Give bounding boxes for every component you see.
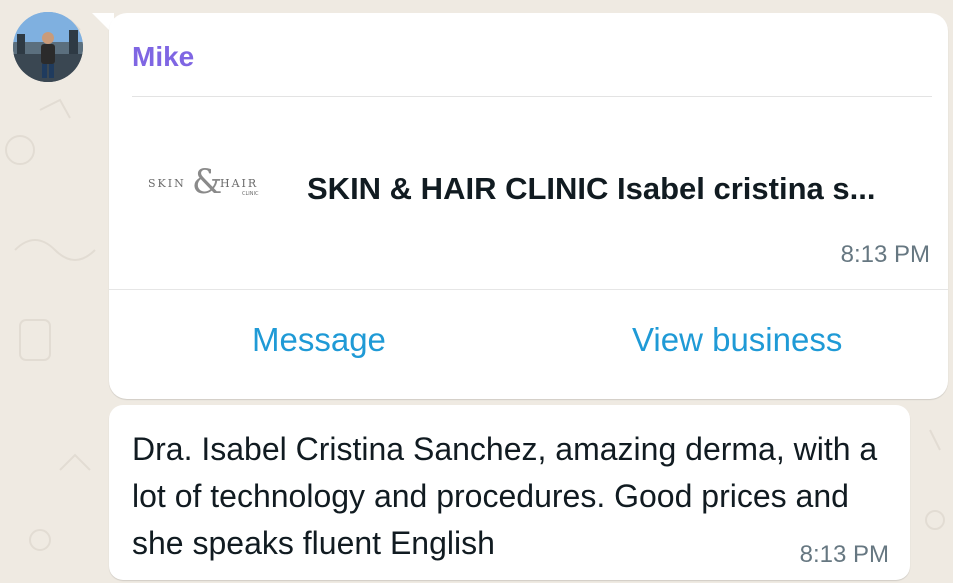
clinic-logo: SKIN & HAIR CLINIC [146,162,271,203]
svg-text:HAIR: HAIR [220,177,258,190]
business-card-message: Mike SKIN & HAIR CLINIC SKIN & HAIR CLIN… [109,13,948,399]
message-timestamp: 8:13 PM [840,241,930,268]
message-timestamp: 8:13 PM [799,541,889,568]
avatar-photo-icon [13,12,83,82]
text-message: Dra. Isabel Cristina Sanchez, amazing de… [109,405,910,580]
svg-text:SKIN: SKIN [148,177,186,190]
sender-name[interactable]: Mike [132,41,194,73]
svg-text:&: & [192,163,222,202]
divider [109,289,948,290]
avatar[interactable] [13,12,83,82]
clinic-logo-icon: SKIN & HAIR CLINIC [148,162,259,202]
business-title[interactable]: SKIN & HAIR CLINIC Isabel cristina s... [307,171,875,207]
message-button[interactable]: Message [252,321,386,359]
svg-text:CLINIC: CLINIC [242,191,259,197]
divider [132,96,932,97]
view-business-button[interactable]: View business [632,321,842,359]
message-text: Dra. Isabel Cristina Sanchez, amazing de… [132,431,878,561]
